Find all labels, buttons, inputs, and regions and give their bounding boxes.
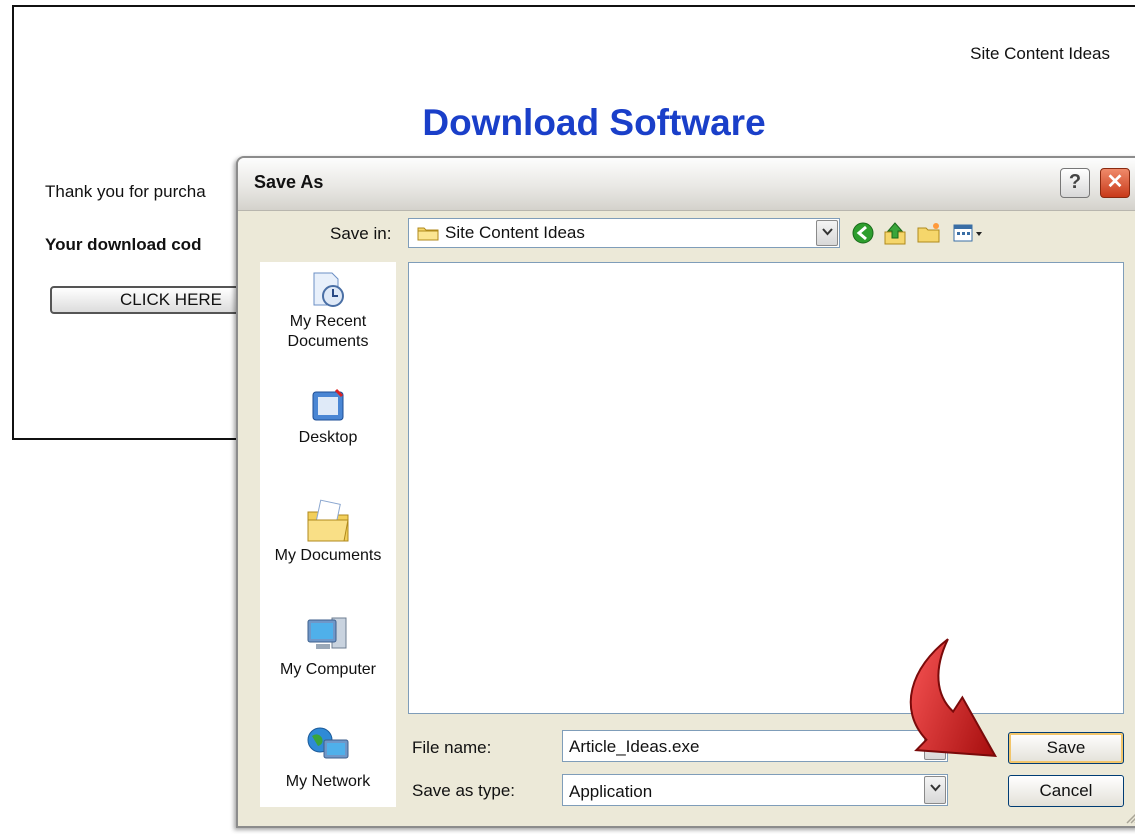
chevron-down-icon [930,784,941,792]
close-button[interactable]: ✕ [1100,168,1130,198]
places-bar: My Recent Documents Desktop My Documents [260,262,396,807]
place-my-network[interactable]: My Network [260,724,396,792]
save-button[interactable]: Save [1008,732,1124,764]
red-curved-arrow-icon [909,638,998,757]
save-in-dropdown[interactable]: Site Content Ideas [408,218,840,248]
save-as-type-label: Save as type: [412,781,516,800]
save-as-type-dropdown[interactable]: Application [562,774,948,806]
place-desktop[interactable]: Desktop [260,386,396,448]
cancel-button[interactable]: Cancel [1008,775,1124,807]
place-label: My Network [285,773,371,790]
file-name-label: File name: [412,738,492,757]
site-name: Site Content Ideas [970,44,1110,63]
help-button[interactable]: ? [1060,168,1090,198]
place-my-computer[interactable]: My Computer [260,612,396,680]
save-in-label: Save in: [330,224,392,243]
save-as-type-dropdown-button[interactable] [924,776,946,804]
place-my-documents[interactable]: My Documents [260,498,396,566]
recent-documents-icon [313,272,344,307]
up-folder-icon[interactable] [882,220,908,246]
dialog-title: Save As [254,172,324,192]
place-label: My Computer [279,661,377,678]
page-title: Download Software [422,102,766,143]
place-label: My Documents [274,547,382,564]
my-computer-icon [307,617,347,649]
file-name-value: Article_Ideas.exe [569,737,700,756]
place-label: Desktop [298,429,358,446]
resize-grip-icon[interactable] [1124,810,1135,824]
my-network-icon [307,727,349,759]
save-as-type-value: Application [569,782,653,801]
back-icon[interactable] [850,220,876,246]
save-in-value: Site Content Ideas [445,223,585,242]
my-documents-icon [307,499,349,542]
place-label: My Recent [289,313,367,330]
chevron-down-icon [822,228,833,236]
desktop-icon [312,388,344,421]
new-folder-icon[interactable] [916,220,942,246]
file-list[interactable] [408,262,1124,714]
save-in-dropdown-button[interactable] [816,220,838,246]
thank-you-text: Thank you for purcha [45,182,206,201]
place-label: Documents [287,333,369,350]
folder-icon [417,227,439,241]
place-my-recent-documents[interactable]: My Recent Documents [260,270,396,352]
download-code-text: Your download cod [45,235,202,254]
views-menu-icon[interactable] [952,220,986,246]
dialog-titlebar[interactable]: Save As ? ✕ [238,158,1135,211]
